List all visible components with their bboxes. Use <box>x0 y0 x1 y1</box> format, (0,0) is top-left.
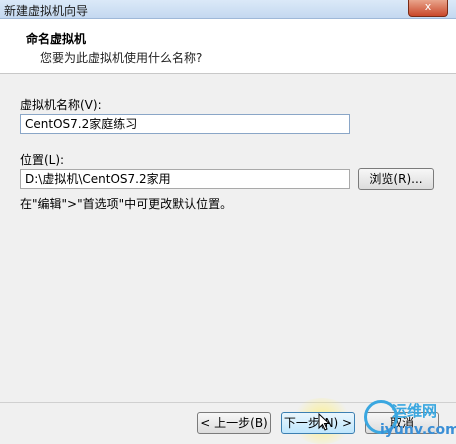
location-hint: 在"编辑">"首选项"中可更改默认位置。 <box>20 197 233 211</box>
vm-name-label: 虚拟机名称(V): <box>20 98 102 112</box>
location-label: 位置(L): <box>20 153 65 167</box>
watermark-url: iyunv.com <box>380 422 456 438</box>
window-titlebar: 新建虚拟机向导 x <box>0 0 456 19</box>
watermark-brand: 运维网 <box>392 402 438 420</box>
mouse-pointer-icon <box>318 413 331 431</box>
wizard-header: 命名虚拟机 您要为此虚拟机使用什么名称? <box>0 19 456 74</box>
page-subtitle: 您要为此虚拟机使用什么名称? <box>40 51 203 65</box>
watermark: 运维网 iyunv.com <box>362 396 456 444</box>
vm-name-input[interactable]: CentOS7.2家庭练习 <box>20 114 350 134</box>
window-title: 新建虚拟机向导 <box>4 4 89 18</box>
close-button[interactable]: x <box>408 0 448 17</box>
back-button[interactable]: < 上一步(B) <box>197 412 271 434</box>
browse-button[interactable]: 浏览(R)... <box>358 168 434 190</box>
wizard-body: 虚拟机名称(V): CentOS7.2家庭练习 位置(L): D:\虚拟机\Ce… <box>0 74 456 404</box>
location-input[interactable]: D:\虚拟机\CentOS7.2家用 <box>20 169 350 189</box>
page-title: 命名虚拟机 <box>26 32 87 46</box>
close-icon: x <box>424 0 432 13</box>
